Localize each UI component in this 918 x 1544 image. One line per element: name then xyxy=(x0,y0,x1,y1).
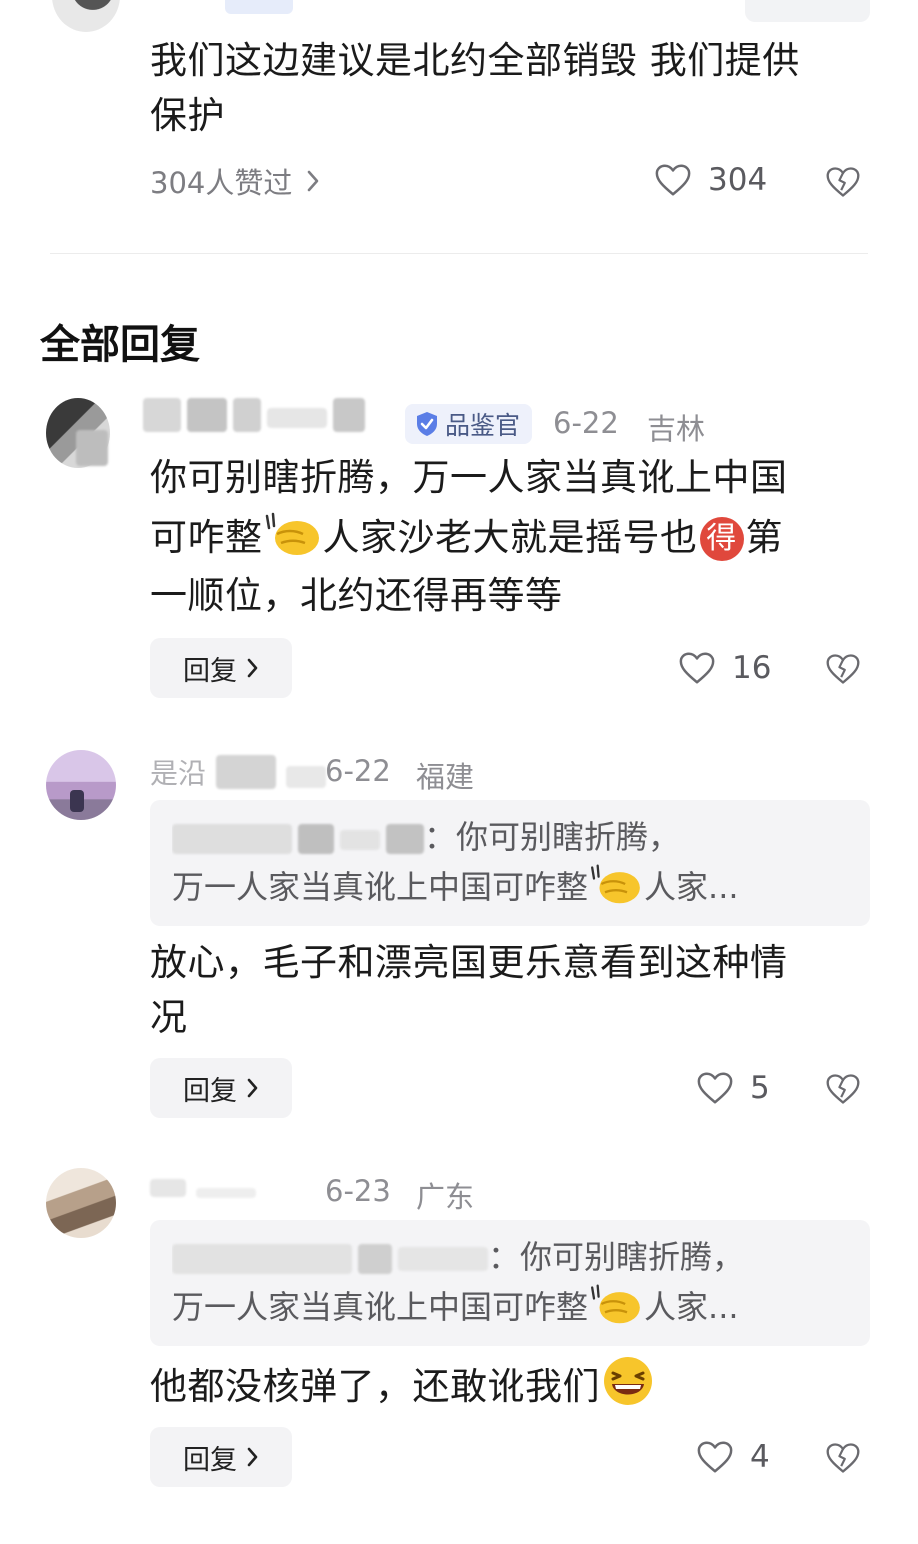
reply1-text-line2-part2: 人家沙老大就是摇号也 xyxy=(322,516,698,559)
reply1-text-line2-part1: 可咋整 xyxy=(150,516,263,559)
top-comment-text-line2: 保护 xyxy=(150,94,225,137)
quote-line2-part1: 万一人家当真讹上中国可咋整 xyxy=(172,868,589,906)
quote-line1-text: ：你可别瞎折腾， xyxy=(424,818,681,856)
top-comment-like-button[interactable]: 304 xyxy=(654,162,767,198)
reply3-reply-button[interactable]: 回复 xyxy=(150,1427,292,1487)
quote-line2: 万一人家当真讹上中国可咋整 人家... xyxy=(172,862,848,912)
reply3-username-redacted[interactable] xyxy=(150,1170,256,1198)
top-comment-text-line1: 我们这边建议是北约全部销毁 我们提供 xyxy=(150,39,800,82)
chevron-right-icon xyxy=(308,170,319,192)
like-count: 16 xyxy=(732,650,772,686)
reply2-quote[interactable]: ：你可别瞎折腾， 万一人家当真讹上中国可咋整 人家... xyxy=(150,800,870,926)
heart-outline-icon xyxy=(697,1072,733,1104)
chevron-right-icon xyxy=(247,1078,258,1098)
reply2-location: 福建 xyxy=(416,760,475,794)
pointing-hand-emoji xyxy=(591,864,640,904)
laughing-face-emoji xyxy=(604,1357,652,1405)
like-count: 5 xyxy=(750,1070,770,1106)
reply-label: 回复 xyxy=(183,1075,237,1107)
quote-line2-part2: 人家... xyxy=(644,868,739,906)
quote-line1-text: ：你可别瞎折腾， xyxy=(488,1238,745,1276)
badge-label: 品鉴官 xyxy=(445,411,521,440)
reply1-avatar-mosaic xyxy=(76,430,108,466)
heart-outline-icon xyxy=(679,652,715,684)
reply3-like-button[interactable]: 4 xyxy=(696,1439,770,1475)
reply3-avatar[interactable] xyxy=(46,1168,116,1238)
quote-line2: 万一人家当真讹上中国可咋整 人家... xyxy=(172,1282,848,1332)
reply2-text-line2: 况 xyxy=(150,996,188,1039)
reply1-text-line1: 你可别瞎折腾，万一人家当真讹上中国 xyxy=(150,456,788,499)
reply1-date: 6-22 xyxy=(553,406,619,440)
heart-outline-icon xyxy=(697,1441,733,1473)
heart-outline-icon xyxy=(655,164,691,196)
quote-line1: ：你可别瞎折腾， xyxy=(172,1232,848,1282)
reply-label: 回复 xyxy=(183,655,237,687)
broken-heart-icon[interactable] xyxy=(825,164,861,200)
reply1-text-line3: 一顺位，北约还得再等等 xyxy=(150,574,563,617)
section-title: 全部回复 xyxy=(40,322,200,368)
reply2-avatar[interactable] xyxy=(46,750,116,820)
verified-shield-icon xyxy=(417,412,437,436)
broken-heart-icon[interactable] xyxy=(825,1071,861,1107)
reply2-name-partial: 是沿 xyxy=(150,757,207,790)
quote-line2-part1: 万一人家当真讹上中国可咋整 xyxy=(172,1288,589,1326)
reply1-location: 吉林 xyxy=(647,412,706,446)
broken-heart-icon[interactable] xyxy=(825,1440,861,1476)
reply1-badge[interactable]: 品鉴官 xyxy=(405,404,533,444)
pointing-hand-emoji xyxy=(591,1284,640,1324)
reply1-reply-button[interactable]: 回复 xyxy=(150,638,292,698)
quote-line1: ：你可别瞎折腾， xyxy=(172,812,848,862)
quote-username-redacted xyxy=(172,824,424,854)
reply3-text: 他都没核弹了，还敢讹我们 xyxy=(150,1365,600,1408)
top-comment-likers-link[interactable]: 304人赞过 xyxy=(150,160,320,202)
broken-heart-icon[interactable] xyxy=(825,651,861,687)
reply1-text-line2: 可咋整 人家沙老大就是摇号也得第 xyxy=(150,510,783,566)
reply2-like-button[interactable]: 5 xyxy=(696,1070,770,1106)
likers-label: 304人赞过 xyxy=(150,166,293,200)
top-comment-avatar[interactable] xyxy=(52,0,120,32)
like-count: 4 xyxy=(750,1439,770,1475)
top-comment-badge-stub xyxy=(225,0,293,14)
quote-line2-part2: 人家... xyxy=(644,1288,739,1326)
divider xyxy=(50,253,868,254)
chevron-right-icon xyxy=(247,1447,258,1467)
like-count: 304 xyxy=(708,162,768,198)
reply3-location: 广东 xyxy=(416,1180,475,1214)
red-glyph-badge: 得 xyxy=(699,517,744,561)
reply1-text-line2-part3: 第 xyxy=(745,516,783,559)
reply3-quote[interactable]: ：你可别瞎折腾， 万一人家当真讹上中国可咋整 人家... xyxy=(150,1220,870,1346)
reply2-date: 6-22 xyxy=(325,754,391,788)
reply1-username-redacted[interactable] xyxy=(143,398,365,432)
top-comment-action-stub[interactable] xyxy=(745,0,870,22)
reply-label: 回复 xyxy=(183,1444,237,1476)
reply2-username[interactable]: 是沿 xyxy=(150,752,327,792)
reply1-like-button[interactable]: 16 xyxy=(678,650,771,686)
pointing-hand-emoji xyxy=(265,512,319,555)
chevron-right-icon xyxy=(247,658,258,678)
reply2-reply-button[interactable]: 回复 xyxy=(150,1058,292,1118)
reply3-text-line1: 他都没核弹了，还敢讹我们 xyxy=(150,1355,656,1415)
quote-username-redacted xyxy=(172,1244,488,1274)
reply3-date: 6-23 xyxy=(325,1174,391,1208)
reply2-text-line1: 放心，毛子和漂亮国更乐意看到这种情 xyxy=(150,941,788,984)
